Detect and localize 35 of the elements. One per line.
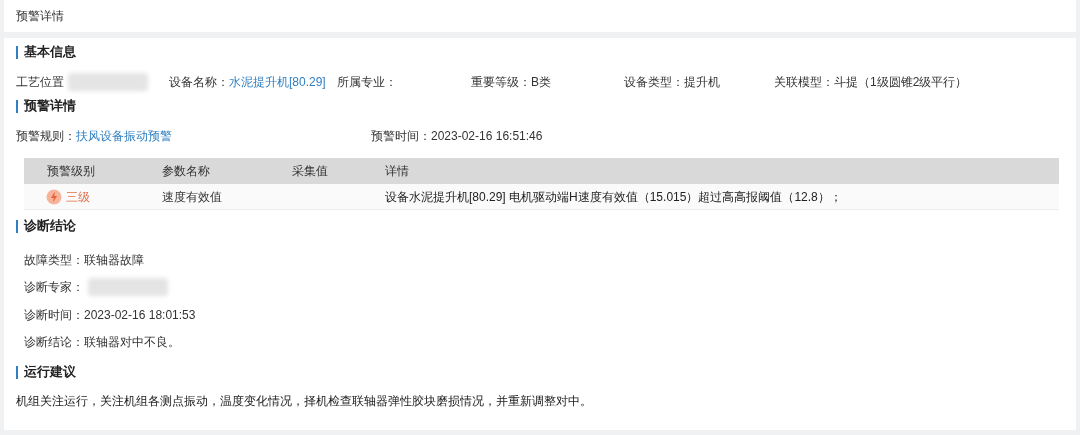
- table-cell: 设备水泥提升机[80.29] 电机驱动端H速度有效值（15.015）超过高高报阈值（12.8）；: [385, 189, 842, 204]
- field-label: 诊断专家：: [24, 279, 84, 297]
- table-cell: 速度有效值: [162, 189, 222, 204]
- field-value: 2023-02-16 16:51:46: [431, 128, 543, 145]
- field-label: 设备类型：: [624, 74, 684, 91]
- page-title: 预警详情: [16, 8, 64, 25]
- field-value: 斗提（1级圆锥2级平行）: [834, 74, 968, 91]
- field-label: 预警规则：: [16, 128, 76, 145]
- warning-level: 三级: [66, 188, 90, 206]
- field-label: 设备名称：: [169, 74, 229, 91]
- field-value: 联轴器故障: [84, 251, 144, 269]
- field-value: 提升机: [684, 74, 720, 91]
- device-link[interactable]: 水泥提升机[80.29]: [229, 73, 326, 91]
- field-value: 2023-02-16 18:01:53: [84, 306, 196, 324]
- field-label: 故障类型：: [24, 251, 84, 269]
- advice-text: 机组关注运行，关注机组各测点振动，温度变化情况，择机检查联轴器弹性胶块磨损情况，并重新调整对中。: [16, 394, 592, 408]
- field-label: 预警时间：: [371, 128, 431, 145]
- field-value: B类: [531, 74, 551, 91]
- field-value: 联轴器对中不良。: [84, 334, 180, 352]
- field-label: 所属专业：: [337, 74, 397, 91]
- field-label: 重要等级：: [471, 74, 531, 91]
- rule-link[interactable]: 扶风设备振动预警: [76, 127, 172, 145]
- field-label: 工艺位置: [16, 74, 64, 91]
- lightning-icon: [46, 188, 62, 205]
- section-heading: 预警详情: [24, 97, 76, 116]
- column-header: 参数名称: [162, 164, 210, 178]
- section-heading: 诊断结论: [24, 217, 76, 236]
- column-header: 详情: [385, 164, 409, 178]
- field-label: 诊断结论：: [24, 334, 84, 352]
- column-header: 预警级别: [47, 164, 95, 178]
- field-label: 关联模型：: [774, 74, 834, 91]
- field-label: 诊断时间：: [24, 306, 84, 324]
- section-heading: 运行建议: [24, 363, 76, 382]
- section-heading: 基本信息: [24, 43, 76, 62]
- column-header: 采集值: [292, 164, 328, 178]
